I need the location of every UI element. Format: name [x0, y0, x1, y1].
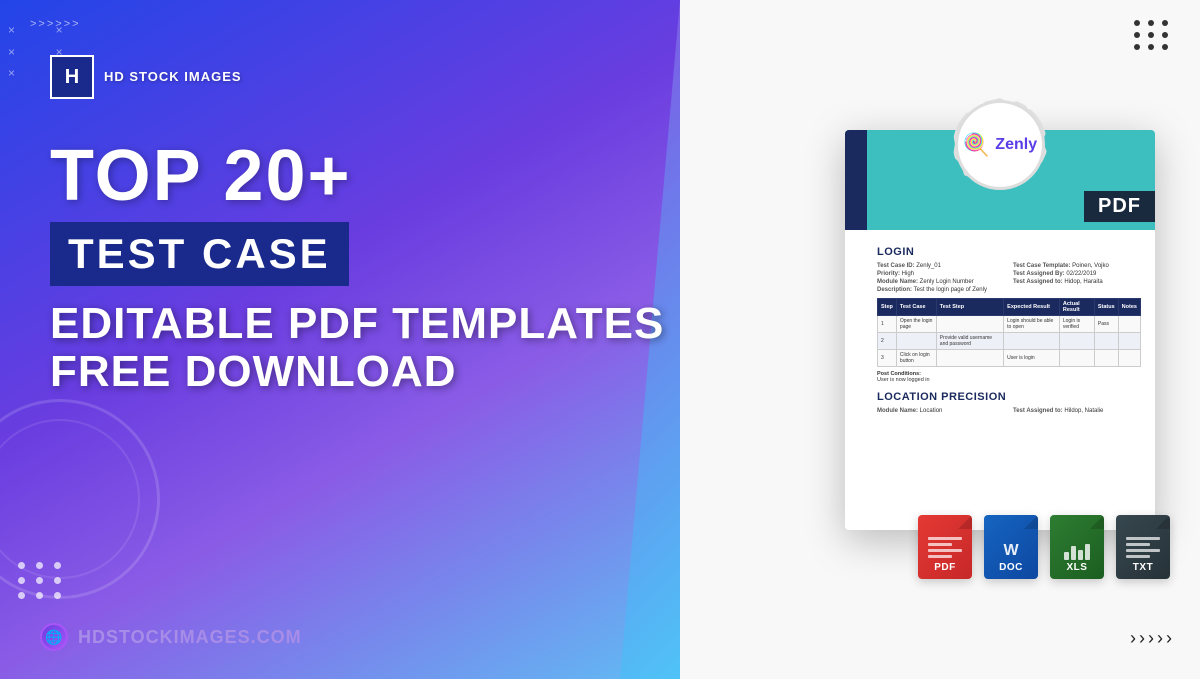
xls-bar2 — [1071, 546, 1076, 560]
pdf-line2 — [928, 543, 952, 546]
deco-arrows-br: ››››› — [1130, 628, 1175, 649]
s2-field-2: Test Assigned to: Hildop, Natalie — [1013, 408, 1141, 414]
th-step: Step — [878, 299, 897, 316]
doc-format-icon: W DOC — [984, 515, 1038, 579]
section2-title: LOCATION PRECISION — [877, 391, 1141, 403]
website-area: 🌐 HDSTOCKIMAGES.COM — [40, 623, 302, 651]
post-condition: Post Conditions: User is now logged in — [877, 371, 1141, 383]
th-actual: Actual Result — [1059, 299, 1094, 316]
txt-line4 — [1126, 555, 1150, 558]
section1-title: LOGIN — [877, 246, 1141, 258]
test-table: Step Test Case Test Step Expected Result… — [877, 298, 1141, 367]
doc-container: PDF LOGIN Test Case ID: Zenly_01 Test Ca… — [845, 130, 1155, 530]
th-notes: Notes — [1118, 299, 1140, 316]
doc-fields: Test Case ID: Zenly_01 Test Case Templat… — [877, 263, 1141, 293]
th-testcase: Test Case — [896, 299, 936, 316]
pdf-fold — [958, 515, 972, 529]
table-row: 3 Click on login button User is login — [878, 350, 1141, 367]
zenly-badge: 🍭 Zenly — [955, 100, 1045, 190]
field-5: Module Name: Zenly Login Number — [877, 279, 1005, 285]
logo-letter: H — [65, 66, 79, 89]
field-3: Priority: High — [877, 271, 1005, 277]
main-content: TOP 20+ TEST CASE EDITABLE PDF TEMPLATES… — [50, 140, 664, 397]
pdf-format-icon: PDF — [918, 515, 972, 579]
doc-label-text: DOC — [999, 562, 1023, 573]
th-status: Status — [1094, 299, 1118, 316]
pdf-label: PDF — [1084, 191, 1155, 222]
pdf-line4 — [928, 555, 952, 558]
format-icons-row: PDF W DOC XLS TXT — [918, 515, 1170, 579]
section2-fields: Module Name: Location Test Assigned to: … — [877, 408, 1141, 414]
xls-fold — [1090, 515, 1104, 529]
logo-icon: H — [50, 55, 94, 99]
xls-bars — [1064, 542, 1090, 560]
subtitle: EDITABLE PDF TEMPLATES FREE DOWNLOAD — [50, 300, 664, 397]
pdf-line3 — [928, 549, 962, 552]
txt-lines — [1126, 537, 1160, 558]
xls-bar3 — [1078, 550, 1083, 560]
test-case-badge: TEST CASE — [50, 222, 349, 286]
doc-nav-bar — [845, 130, 867, 230]
website-url: HDSTOCKIMAGES.COM — [78, 627, 302, 648]
doc-preview: 🍭 Zenly PDF LOGIN Test Case ID: Zenly_01… — [845, 130, 1155, 530]
txt-fold — [1156, 515, 1170, 529]
deco-dots-tr — [1134, 20, 1170, 50]
txt-line3 — [1126, 549, 1160, 552]
xls-bar1 — [1064, 552, 1069, 560]
field-1: Test Case ID: Zenly_01 — [877, 263, 1005, 269]
zenly-app-name: Zenly — [995, 136, 1037, 154]
test-case-label: TEST CASE — [68, 230, 331, 277]
doc-letter-icon: W — [1003, 542, 1018, 560]
txt-line1 — [1126, 537, 1160, 540]
xls-bar4 — [1085, 544, 1090, 560]
top20-heading: TOP 20+ — [50, 140, 664, 212]
logo-area: H HD STOCK IMAGES — [50, 55, 242, 99]
deco-dots-bl — [18, 562, 64, 599]
doc-content: LOGIN Test Case ID: Zenly_01 Test Case T… — [845, 230, 1155, 429]
subtitle-line2: FREE DOWNLOAD — [50, 347, 457, 396]
subtitle-line1: EDITABLE PDF TEMPLATES — [50, 299, 664, 348]
doc-fold — [1024, 515, 1038, 529]
zenly-ice-cream-icon: 🍭 — [963, 132, 990, 158]
pdf-lines — [928, 537, 962, 558]
logo-text: HD STOCK IMAGES — [104, 69, 242, 86]
xls-format-icon: XLS — [1050, 515, 1104, 579]
table-row: 2 Provide valid username and password — [878, 333, 1141, 350]
th-expected: Expected Result — [1004, 299, 1060, 316]
globe-icon: 🌐 — [40, 623, 68, 651]
pdf-label-text: PDF — [934, 562, 956, 573]
field-2: Test Case Template: Poinen, Vojko — [1013, 263, 1141, 269]
pdf-line1 — [928, 537, 962, 540]
th-teststep: Test Step — [936, 299, 1003, 316]
xls-label-text: XLS — [1067, 562, 1088, 573]
deco-arrows-top: >>>>>> — [30, 18, 81, 30]
txt-label-text: TXT — [1133, 562, 1153, 573]
s2-field-1: Module Name: Location — [877, 408, 1005, 414]
table-row: 1 Open the login page Login should be ab… — [878, 316, 1141, 333]
txt-line2 — [1126, 543, 1150, 546]
field-6: Test Assigned to: Hidop, Haraita — [1013, 279, 1141, 285]
txt-format-icon: TXT — [1116, 515, 1170, 579]
field-4: Test Assigned By: 02/22/2019 — [1013, 271, 1141, 277]
field-7: Description: Test the login page of Zenl… — [877, 287, 1005, 293]
